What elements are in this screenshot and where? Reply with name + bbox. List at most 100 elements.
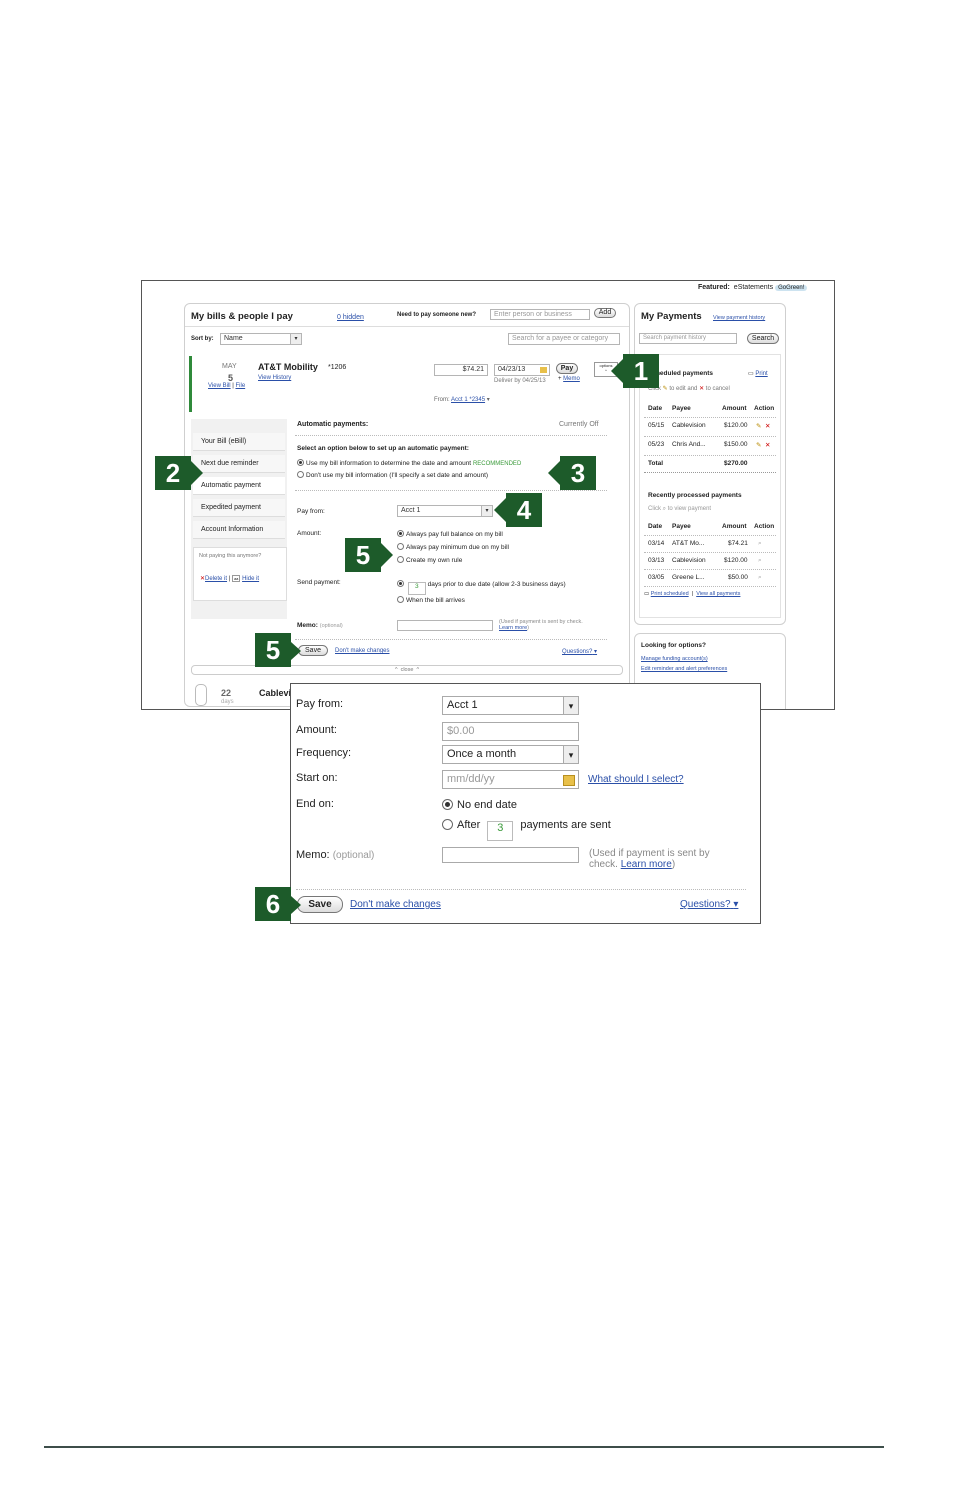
caret-down-icon: ▾ — [594, 649, 598, 655]
dont-make-changes-link[interactable]: Don't make changes — [335, 648, 390, 654]
after-count-input[interactable]: 3 — [487, 821, 514, 841]
pay-from-select[interactable]: Acct 1 ▾ — [397, 505, 493, 517]
send-opt1[interactable]: 3 days prior to due date (allow 2-3 busi… — [397, 580, 566, 595]
radio-amount2[interactable] — [397, 543, 404, 550]
pay-from-label: Pay from: — [297, 508, 325, 515]
auto-option2[interactable]: Don't use my bill information (I'll spec… — [297, 471, 488, 479]
zoom-start-input[interactable]: mm/dd/yy — [442, 770, 579, 789]
days-input[interactable]: 3 — [407, 582, 426, 595]
memo-link[interactable]: Memo — [563, 376, 580, 382]
radio-send2[interactable] — [397, 596, 404, 603]
featured-item[interactable]: eStatements — [734, 284, 773, 291]
zoom-memo-input[interactable] — [442, 847, 579, 863]
add-button[interactable]: Add — [594, 308, 616, 318]
calendar-icon[interactable] — [540, 367, 547, 373]
radio-option2[interactable] — [297, 471, 304, 478]
nav-expedited-payment[interactable]: Expedited payment — [193, 499, 285, 517]
payee-search-input[interactable]: Search for a payee or category — [508, 333, 620, 345]
hide-link[interactable]: Hide it — [242, 576, 259, 582]
radio-after[interactable] — [442, 819, 453, 830]
from-account-link[interactable]: Acct 1 *2345 — [451, 397, 485, 403]
zoom-end-opt1[interactable]: No end date — [442, 799, 517, 811]
pay-new-input[interactable]: Enter person or business — [490, 309, 590, 320]
learn-more-link[interactable]: Learn more — [499, 625, 527, 631]
table-row[interactable]: 03/05 Greene L... $50.00 ⌕ — [644, 570, 776, 587]
what-should-i-select-link[interactable]: What should I select? — [588, 774, 684, 785]
nav-next-due-reminder[interactable]: Next due reminder — [193, 455, 285, 473]
save-button[interactable]: Save — [298, 645, 328, 656]
radio-no-end[interactable] — [442, 799, 453, 810]
pay-from-value: Acct 1 — [401, 507, 421, 514]
amount-input[interactable]: $74.21 — [434, 364, 488, 376]
table-row[interactable]: 05/23 Chris And... $150.00 ✎ ✕ — [644, 437, 776, 456]
zoom-save-button[interactable]: Save — [297, 896, 343, 913]
search-button[interactable]: Search — [747, 333, 779, 344]
calendar-icon[interactable] — [563, 775, 575, 786]
zoom-dont-make-changes-link[interactable]: Don't make changes — [350, 899, 441, 910]
header-amount: Amount — [722, 405, 747, 412]
radio-send1[interactable] — [397, 580, 404, 587]
file-link[interactable]: File — [235, 383, 245, 389]
payee-name[interactable]: AT&T Mobility — [258, 362, 318, 372]
view-icon[interactable]: ⌕ — [758, 557, 762, 565]
zoom-frequency-select[interactable]: Once a month ▾ — [442, 745, 579, 764]
zoom-end-opt2[interactable]: After 3 payments are sent — [442, 819, 611, 841]
send-opt2[interactable]: When the bill arrives — [397, 596, 465, 604]
view-history-link[interactable]: View History — [258, 375, 291, 381]
date-input[interactable]: 04/23/13 — [494, 364, 550, 376]
memo-label-wrap: Memo: (optional) — [297, 622, 343, 629]
view-icon[interactable]: ⌕ — [758, 574, 762, 582]
cancel-icon[interactable]: ✕ — [765, 441, 770, 449]
auto-status: Currently Off — [559, 421, 599, 428]
radio-amount1[interactable] — [397, 530, 404, 537]
zoom-pay-from-select[interactable]: Acct 1 ▾ — [442, 696, 579, 715]
table-row[interactable]: 05/15 Cablevision $120.00 ✎ ✕ — [644, 418, 776, 437]
zoom-questions-link[interactable]: Questions? ▾ — [680, 899, 738, 910]
table-row[interactable]: 03/14 AT&T Mo... $74.21 ⌕ — [644, 536, 776, 553]
sort-label: Sort by: — [191, 336, 214, 342]
bill-file-links: View Bill | File — [208, 383, 246, 389]
memo-input[interactable] — [397, 620, 493, 631]
header-payee: Payee — [672, 523, 691, 530]
payment-history-link[interactable]: View payment history — [713, 315, 765, 321]
payment-search-input[interactable]: Search payment history — [639, 333, 737, 344]
view-icon[interactable]: ⌕ — [758, 540, 762, 548]
print-link[interactable]: Print — [755, 371, 767, 377]
amount-opt1[interactable]: Always pay full balance on my bill — [397, 530, 503, 538]
option1-label: Use my bill information to determine the… — [306, 460, 472, 467]
zoom-learn-more-link[interactable]: Learn more — [621, 859, 672, 870]
amount-opt2[interactable]: Always pay minimum due on my bill — [397, 543, 509, 551]
amount-opt3[interactable]: Create my own rule — [397, 556, 462, 564]
auto-option1[interactable]: Use my bill information to determine the… — [297, 459, 521, 467]
print-scheduled-link[interactable]: Print scheduled — [651, 591, 689, 597]
view-bill-link[interactable]: View Bill — [208, 383, 231, 389]
radio-option1[interactable] — [297, 459, 304, 466]
radio-amount3[interactable] — [397, 556, 404, 563]
edit-icon[interactable]: ✎ — [756, 422, 761, 430]
hidden-link[interactable]: 0 hidden — [337, 314, 364, 321]
bill-row-att[interactable]: MAY 5 View Bill | File AT&T Mobility *12… — [189, 356, 626, 412]
gogreen-badge[interactable]: GoGreen! — [775, 285, 808, 291]
edit-icon[interactable]: ✎ — [756, 441, 761, 449]
nav-automatic-payment[interactable]: Automatic payment — [193, 477, 285, 495]
view-all-payments-link[interactable]: View all payments — [696, 591, 740, 597]
delete-link[interactable]: Delete it — [205, 576, 227, 582]
table-row[interactable]: 03/13 Cablevision $120.00 ⌕ — [644, 553, 776, 570]
print-wrap: ▭ Print — [748, 370, 768, 377]
row-date: 03/13 — [648, 557, 665, 564]
edit-reminder-link[interactable]: Edit reminder and alert preferences — [641, 666, 727, 672]
nav-account-information[interactable]: Account Information — [193, 521, 285, 539]
sort-select[interactable]: Name ▾ — [220, 333, 302, 345]
nav-your-bill[interactable]: Your Bill (eBill) — [193, 433, 285, 451]
cancel-icon[interactable]: ✕ — [765, 422, 770, 430]
row-amount: $74.21 — [728, 540, 748, 547]
cable-name[interactable]: Cablevi — [259, 688, 291, 698]
zoom-amount-input[interactable]: $0.00 — [442, 722, 579, 741]
table-header: Date Payee Amount Action — [644, 401, 776, 418]
zoom-pay-from-label: Pay from: — [296, 698, 344, 710]
manage-funding-link[interactable]: Manage funding account(s) — [641, 656, 708, 662]
pay-button[interactable]: Pay — [556, 363, 578, 374]
zoom-frequency-label: Frequency: — [296, 747, 352, 759]
questions-link[interactable]: Questions? ▾ — [562, 648, 597, 655]
bill-nav: Your Bill (eBill) Next due reminder Auto… — [191, 419, 287, 619]
